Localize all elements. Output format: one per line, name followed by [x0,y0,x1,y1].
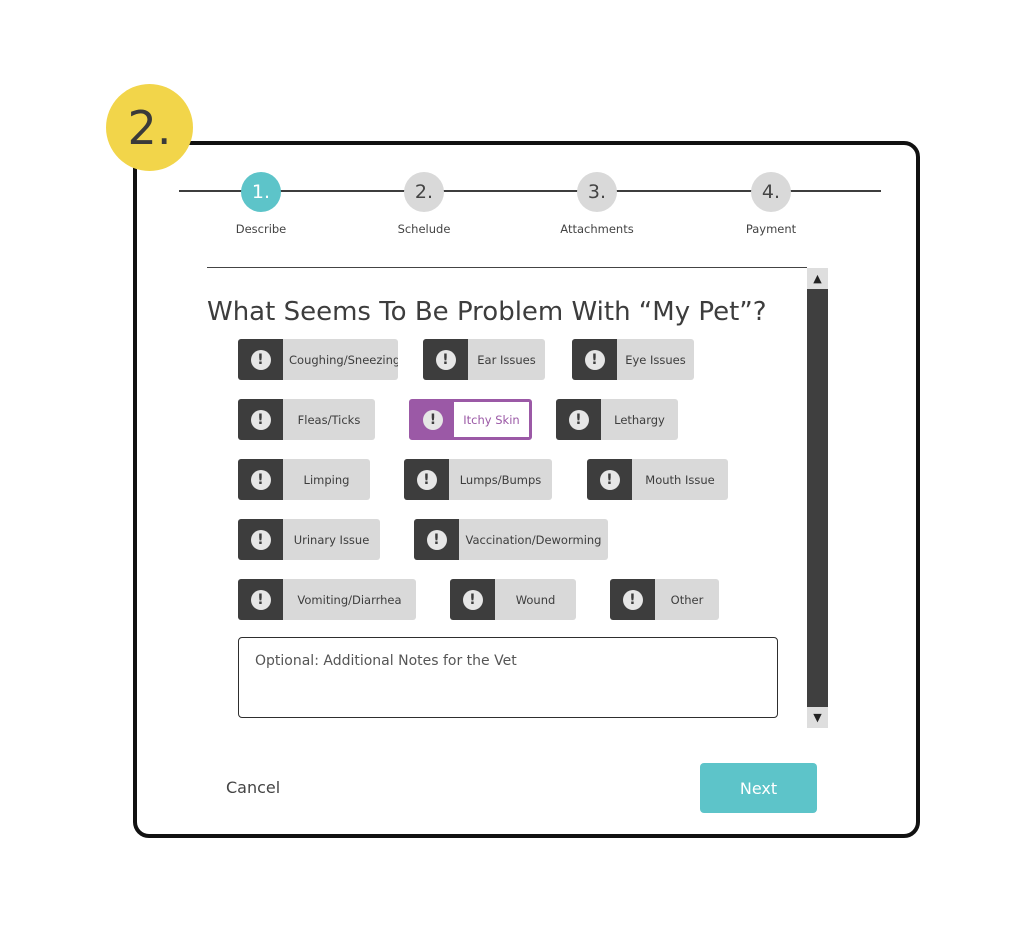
tag-wound[interactable]: ! Wound [450,579,576,620]
tag-urinary-issue[interactable]: ! Urinary Issue [238,519,380,560]
stepper-step-schedule[interactable]: 2. Schelude [364,172,484,236]
step-label: Describe [235,222,287,236]
tag-vomiting-diarrhea[interactable]: ! Vomiting/Diarrhea [238,579,416,620]
exclamation-icon: ! [587,459,632,500]
exclamation-icon: ! [414,519,459,560]
vertical-scrollbar[interactable]: ▲ ▼ [807,268,828,728]
tag-label: Lumps/Bumps [459,472,542,487]
tag-label: Mouth Issue [645,472,715,487]
scroll-down-arrow-icon[interactable]: ▼ [807,707,828,728]
exclamation-icon: ! [412,402,454,437]
stepper-step-payment[interactable]: 4. Payment [711,172,831,236]
tag-label: Fleas/Ticks [297,412,361,427]
exclamation-icon: ! [238,339,283,380]
additional-notes-field[interactable] [238,637,778,718]
tag-label: Itchy Skin [463,412,520,427]
step-circle: 4. [751,172,791,212]
tag-mouth-issue[interactable]: ! Mouth Issue [587,459,728,500]
exclamation-icon: ! [610,579,655,620]
exclamation-icon: ! [238,459,283,500]
cancel-button[interactable]: Cancel [226,778,280,797]
tag-label: Vomiting/Diarrhea [297,592,402,607]
exclamation-icon: ! [238,399,283,440]
tag-limping[interactable]: ! Limping [238,459,370,500]
step-label: Schelude [397,222,451,236]
exclamation-icon: ! [450,579,495,620]
exclamation-icon: ! [238,519,283,560]
scroll-up-arrow-icon[interactable]: ▲ [807,268,828,289]
exclamation-icon: ! [572,339,617,380]
exclamation-icon: ! [404,459,449,500]
tag-label: Vaccination/Deworming [465,532,602,547]
stepper-step-attachments[interactable]: 3. Attachments [537,172,657,236]
stepper-step-describe[interactable]: 1. Describe [201,172,321,236]
problem-form-card: 1. Describe 2. Schelude 3. Attachments 4… [133,141,920,838]
tag-label: Lethargy [614,412,665,427]
exclamation-icon: ! [238,579,283,620]
content-divider [207,267,807,268]
exclamation-icon: ! [423,339,468,380]
tag-label: Limping [303,472,350,487]
tag-ear-issues[interactable]: ! Ear Issues [423,339,545,380]
tag-vaccination-deworming[interactable]: ! Vaccination/Deworming [414,519,608,560]
step-circle: 1. [241,172,281,212]
tag-label: Urinary Issue [293,532,370,547]
step-circle: 3. [577,172,617,212]
tag-label: Other [670,592,704,607]
tag-fleas-ticks[interactable]: ! Fleas/Ticks [238,399,375,440]
question-title: What Seems To Be Problem With “My Pet”? [207,297,767,327]
tag-eye-issues[interactable]: ! Eye Issues [572,339,694,380]
step-label: Payment [745,222,797,236]
step-label: Attachments [560,222,634,236]
step-number-badge: 2. [106,84,193,171]
tag-coughing-sneezing[interactable]: ! Coughing/Sneezing [238,339,398,380]
tag-label: Coughing/Sneezing [289,352,398,367]
tag-lumps-bumps[interactable]: ! Lumps/Bumps [404,459,552,500]
tag-label: Eye Issues [625,352,686,367]
exclamation-icon: ! [556,399,601,440]
tag-label: Wound [515,592,556,607]
tag-itchy-skin[interactable]: ! Itchy Skin [409,399,532,440]
step-circle: 2. [404,172,444,212]
tag-other[interactable]: ! Other [610,579,719,620]
next-button[interactable]: Next [700,763,817,813]
tag-lethargy[interactable]: ! Lethargy [556,399,678,440]
tag-label: Ear Issues [477,352,536,367]
